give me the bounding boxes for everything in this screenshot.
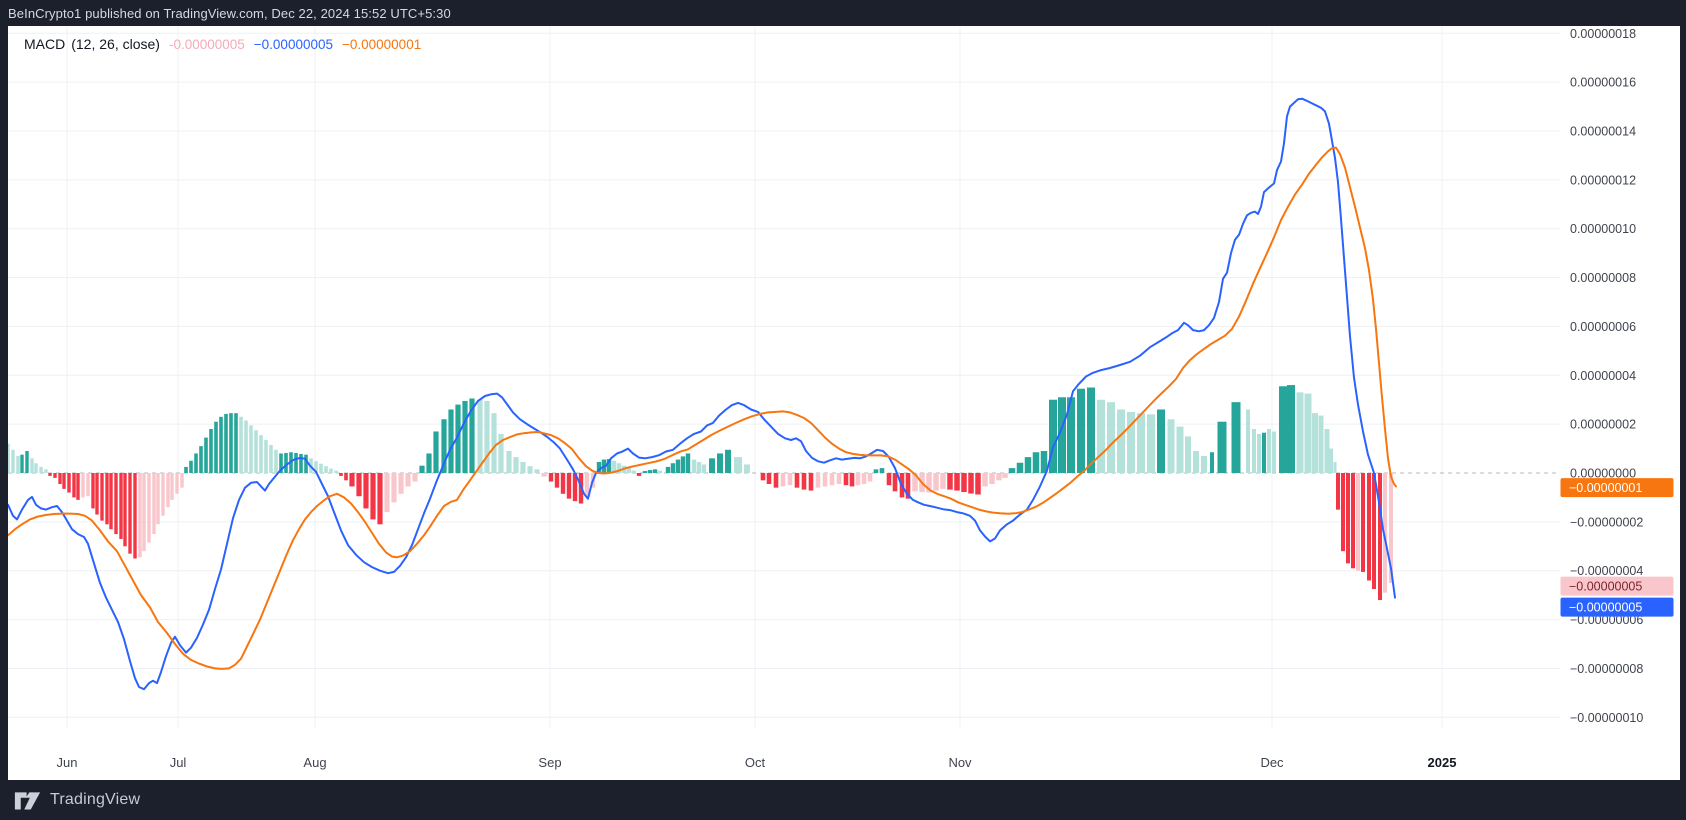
time-axis-label: Aug (303, 755, 326, 770)
svg-text:−0.00000002: −0.00000002 (1570, 515, 1643, 529)
macd-chart-canvas[interactable]: 0.00000018 0.00000016 0.00000014 0.00000012… (6, 26, 1680, 780)
signal-line (7, 146, 1397, 670)
indicator-params: (12, 26, close) (71, 36, 160, 52)
signal-price-badge: −0.00000001 (1560, 478, 1674, 498)
macd-line (7, 97, 1396, 691)
tradingview-logo-icon[interactable] (14, 790, 41, 811)
legend-macd-value: −0.00000005 (253, 37, 333, 52)
svg-text:0.00000016: 0.00000016 (1570, 76, 1636, 90)
time-axis-label: Dec (1260, 755, 1284, 770)
svg-text:0.00000006: 0.00000006 (1570, 320, 1636, 334)
macd-histogram (6, 385, 1393, 601)
time-axis-label: Jul (170, 755, 187, 770)
svg-text:0.00000014: 0.00000014 (1570, 124, 1636, 138)
publish-info-bar: BeInCrypto1 published on TradingView.com… (0, 0, 1686, 26)
time-axis-label: Jun (57, 755, 78, 770)
svg-text:−0.00000005: −0.00000005 (1569, 580, 1642, 594)
svg-text:0.00000002: 0.00000002 (1570, 418, 1636, 432)
svg-text:−0.00000010: −0.00000010 (1570, 711, 1643, 725)
svg-text:−0.00000004: −0.00000004 (1570, 564, 1643, 578)
time-axis-label: Oct (745, 755, 766, 770)
tradingview-brand-text[interactable]: TradingView (50, 791, 140, 809)
indicator-title: MACD (24, 36, 66, 52)
svg-text:0.00000018: 0.00000018 (1570, 27, 1636, 41)
indicator-legend[interactable]: MACD (12, 26, close) -0.00000005 −0.0000… (24, 36, 421, 52)
legend-histogram-value: -0.00000005 (168, 37, 245, 52)
macd-price-badge: −0.00000005 (1560, 597, 1674, 617)
svg-text:0.00000008: 0.00000008 (1570, 271, 1636, 285)
time-axis[interactable]: Jun Jul Aug Sep Oct Nov Dec 2025 (57, 755, 1457, 770)
histogram-price-badge: −0.00000005 (1560, 576, 1674, 596)
price-axis[interactable]: 0.00000018 0.00000016 0.00000014 0.00000012… (1560, 27, 1674, 725)
svg-text:−0.00000005: −0.00000005 (1569, 601, 1642, 615)
svg-text:−0.00000001: −0.00000001 (1569, 481, 1642, 495)
svg-text:0.00000012: 0.00000012 (1570, 173, 1636, 187)
footer-bar: TradingView (0, 780, 1686, 820)
time-axis-label: 2025 (1428, 755, 1457, 770)
svg-text:0.00000010: 0.00000010 (1570, 222, 1636, 236)
svg-text:0.00000004: 0.00000004 (1570, 369, 1636, 383)
grid-lines (8, 26, 1560, 728)
time-axis-label: Sep (538, 755, 561, 770)
time-axis-label: Nov (948, 755, 972, 770)
svg-text:−0.00000008: −0.00000008 (1570, 662, 1643, 676)
chart-panel: MACD (12, 26, close) -0.00000005 −0.0000… (6, 26, 1680, 780)
publish-info-text: BeInCrypto1 published on TradingView.com… (8, 5, 451, 21)
legend-signal-value: −0.00000001 (342, 37, 422, 52)
